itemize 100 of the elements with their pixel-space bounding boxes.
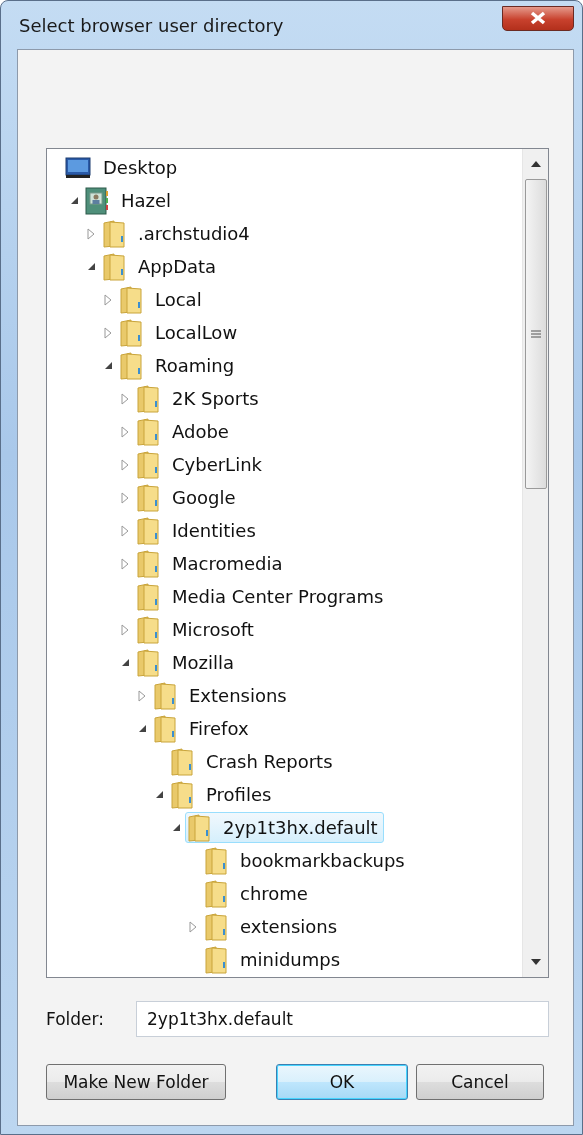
item-label: Roaming (155, 355, 235, 376)
item-label: Media Center Programs (172, 586, 384, 607)
tree-item[interactable]: AppData (84, 251, 223, 282)
folder-icon (136, 615, 160, 644)
folder-icon (136, 582, 160, 611)
collapsed-arrow-icon[interactable] (121, 491, 129, 504)
folder-icon (136, 549, 160, 578)
item-label: Hazel (121, 190, 172, 211)
item-label: bookmarkbackups (240, 850, 405, 871)
folder-icon (136, 384, 160, 413)
close-button[interactable] (502, 5, 574, 31)
expanded-arrow-icon[interactable] (171, 823, 181, 832)
collapsed-arrow-icon[interactable] (87, 227, 95, 240)
collapsed-arrow-icon[interactable] (121, 458, 129, 471)
folder-icon (204, 846, 228, 875)
folder-icon (119, 285, 143, 314)
tree-item[interactable]: LocalLow (101, 317, 244, 348)
folder-icon (136, 648, 160, 677)
item-label: extensions (240, 916, 338, 937)
folder-label: Folder: (46, 1009, 105, 1029)
tree-item[interactable]: Crash Reports (152, 746, 339, 777)
tree-item[interactable]: Hazel (67, 185, 178, 216)
folder-icon (119, 318, 143, 347)
item-label: Profiles (206, 784, 272, 805)
tree-item[interactable]: CyberLink (118, 449, 268, 480)
tree-item[interactable]: Extensions (135, 680, 293, 711)
tree-item[interactable]: .archstudio4 (84, 218, 256, 249)
item-label: Adobe (172, 421, 229, 442)
tree-item[interactable]: Macromedia (118, 548, 289, 579)
folder-icon (119, 351, 143, 380)
item-label: Google (172, 487, 236, 508)
item-label: CyberLink (172, 454, 262, 475)
item-label: LocalLow (155, 322, 238, 343)
tree-item[interactable]: Microsoft (118, 614, 260, 645)
tree-item[interactable]: bookmarkbackups (186, 845, 411, 876)
folder-field[interactable]: 2yp1t3hx.default (136, 1001, 549, 1037)
scroll-thumb[interactable] (524, 179, 547, 489)
folder-icon (102, 252, 126, 281)
expanded-arrow-icon[interactable] (103, 361, 113, 370)
expanded-arrow-icon[interactable] (154, 790, 164, 799)
tree-item[interactable]: Media Center Programs (118, 581, 390, 612)
collapsed-arrow-icon[interactable] (138, 689, 146, 702)
item-label: minidumps (240, 949, 341, 970)
tree-item[interactable]: Local (101, 284, 208, 315)
tree-item[interactable]: Profiles (152, 779, 278, 810)
scroll-down-icon[interactable] (530, 959, 541, 965)
item-label: Microsoft (172, 619, 254, 640)
item-label: Mozilla (172, 652, 235, 673)
folder-icon (153, 681, 177, 710)
item-label: .archstudio4 (138, 223, 250, 244)
expanded-arrow-icon[interactable] (86, 262, 96, 271)
tree-item[interactable]: Google (118, 482, 242, 513)
expanded-arrow-icon[interactable] (69, 196, 79, 205)
folder-icon (153, 714, 177, 743)
item-label: chrome (240, 883, 308, 904)
close-icon (529, 11, 547, 25)
tree-item[interactable]: chrome (186, 878, 314, 909)
collapsed-arrow-icon[interactable] (121, 392, 129, 405)
dialog-button[interactable]: Make New Folder (46, 1064, 226, 1100)
item-label: Firefox (189, 718, 249, 739)
collapsed-arrow-icon[interactable] (104, 293, 112, 306)
folder-icon (102, 219, 126, 248)
expanded-arrow-icon[interactable] (120, 658, 130, 667)
folder-icon (136, 450, 160, 479)
collapsed-arrow-icon[interactable] (121, 557, 129, 570)
folder-icon (136, 516, 160, 545)
collapsed-arrow-icon[interactable] (121, 623, 129, 636)
tree-item[interactable]: minidumps (186, 944, 347, 975)
expanded-arrow-icon[interactable] (137, 724, 147, 733)
item-label: Desktop (103, 157, 178, 178)
collapsed-arrow-icon[interactable] (121, 524, 129, 537)
folder-icon (136, 417, 160, 446)
dialog-button[interactable]: OK (276, 1064, 408, 1100)
tree-item[interactable]: Roaming (101, 350, 241, 381)
item-label: Macromedia (172, 553, 283, 574)
tree-item[interactable]: 2K Sports (118, 383, 265, 414)
item-label: Extensions (189, 685, 287, 706)
scrollbar[interactable] (522, 149, 548, 977)
folder-icon (204, 879, 228, 908)
item-label: AppData (138, 256, 217, 277)
tree-item[interactable]: Adobe (118, 416, 235, 447)
collapsed-arrow-icon[interactable] (121, 425, 129, 438)
tree-item[interactable]: Desktop (63, 152, 184, 183)
dialog-button[interactable]: Cancel (416, 1064, 544, 1100)
folder-icon (187, 813, 211, 842)
folder-icon (204, 912, 228, 941)
window-title: Select browser user directory (18, 14, 284, 36)
item-label: 2K Sports (172, 388, 259, 409)
tree-item[interactable]: Mozilla (118, 647, 241, 678)
desktop-icon (65, 156, 91, 179)
folder-icon (204, 945, 228, 974)
tree-item[interactable]: Identities (118, 515, 262, 546)
folder-icon (170, 747, 194, 776)
collapsed-arrow-icon[interactable] (189, 920, 197, 933)
item-label: Crash Reports (206, 751, 333, 772)
collapsed-arrow-icon[interactable] (104, 326, 112, 339)
tree-item[interactable]: extensions (186, 911, 344, 942)
scroll-up-icon[interactable] (530, 161, 541, 167)
tree-item[interactable]: Firefox (135, 713, 255, 744)
folder-icon (170, 780, 194, 809)
